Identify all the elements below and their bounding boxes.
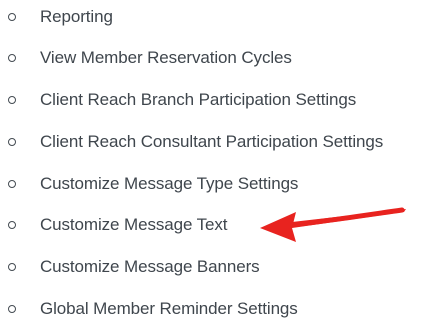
list-item-customize-message-banners: Customize Message Banners (0, 254, 426, 282)
list-item-reporting: Reporting (0, 4, 426, 32)
list-item-customize-message-text: Customize Message Text (0, 212, 426, 240)
link-view-member-reservation-cycles[interactable]: View Member Reservation Cycles (40, 47, 292, 69)
list-item-client-reach-consultant-participation-settings: Client Reach Consultant Participation Se… (0, 129, 426, 157)
circle-bullet-icon (8, 305, 16, 313)
list-item-client-reach-branch-participation-settings: Client Reach Branch Participation Settin… (0, 87, 426, 115)
link-customize-message-banners[interactable]: Customize Message Banners (40, 256, 260, 278)
link-client-reach-consultant-participation-settings[interactable]: Client Reach Consultant Participation Se… (40, 131, 383, 153)
link-customize-message-type-settings[interactable]: Customize Message Type Settings (40, 173, 298, 195)
link-customize-message-text[interactable]: Customize Message Text (40, 214, 228, 236)
list-item-customize-message-type-settings: Customize Message Type Settings (0, 171, 426, 199)
circle-bullet-icon (8, 138, 16, 146)
circle-bullet-icon (8, 96, 16, 104)
list-item-view-member-reservation-cycles: View Member Reservation Cycles (0, 45, 426, 73)
link-global-member-reminder-settings[interactable]: Global Member Reminder Settings (40, 298, 298, 320)
circle-bullet-icon (8, 13, 16, 21)
link-reporting[interactable]: Reporting (40, 6, 113, 28)
circle-bullet-icon (8, 221, 16, 229)
circle-bullet-icon (8, 263, 16, 271)
circle-bullet-icon (8, 180, 16, 188)
list-item-global-member-reminder-settings: Global Member Reminder Settings (0, 296, 426, 324)
link-client-reach-branch-participation-settings[interactable]: Client Reach Branch Participation Settin… (40, 89, 356, 111)
circle-bullet-icon (8, 54, 16, 62)
